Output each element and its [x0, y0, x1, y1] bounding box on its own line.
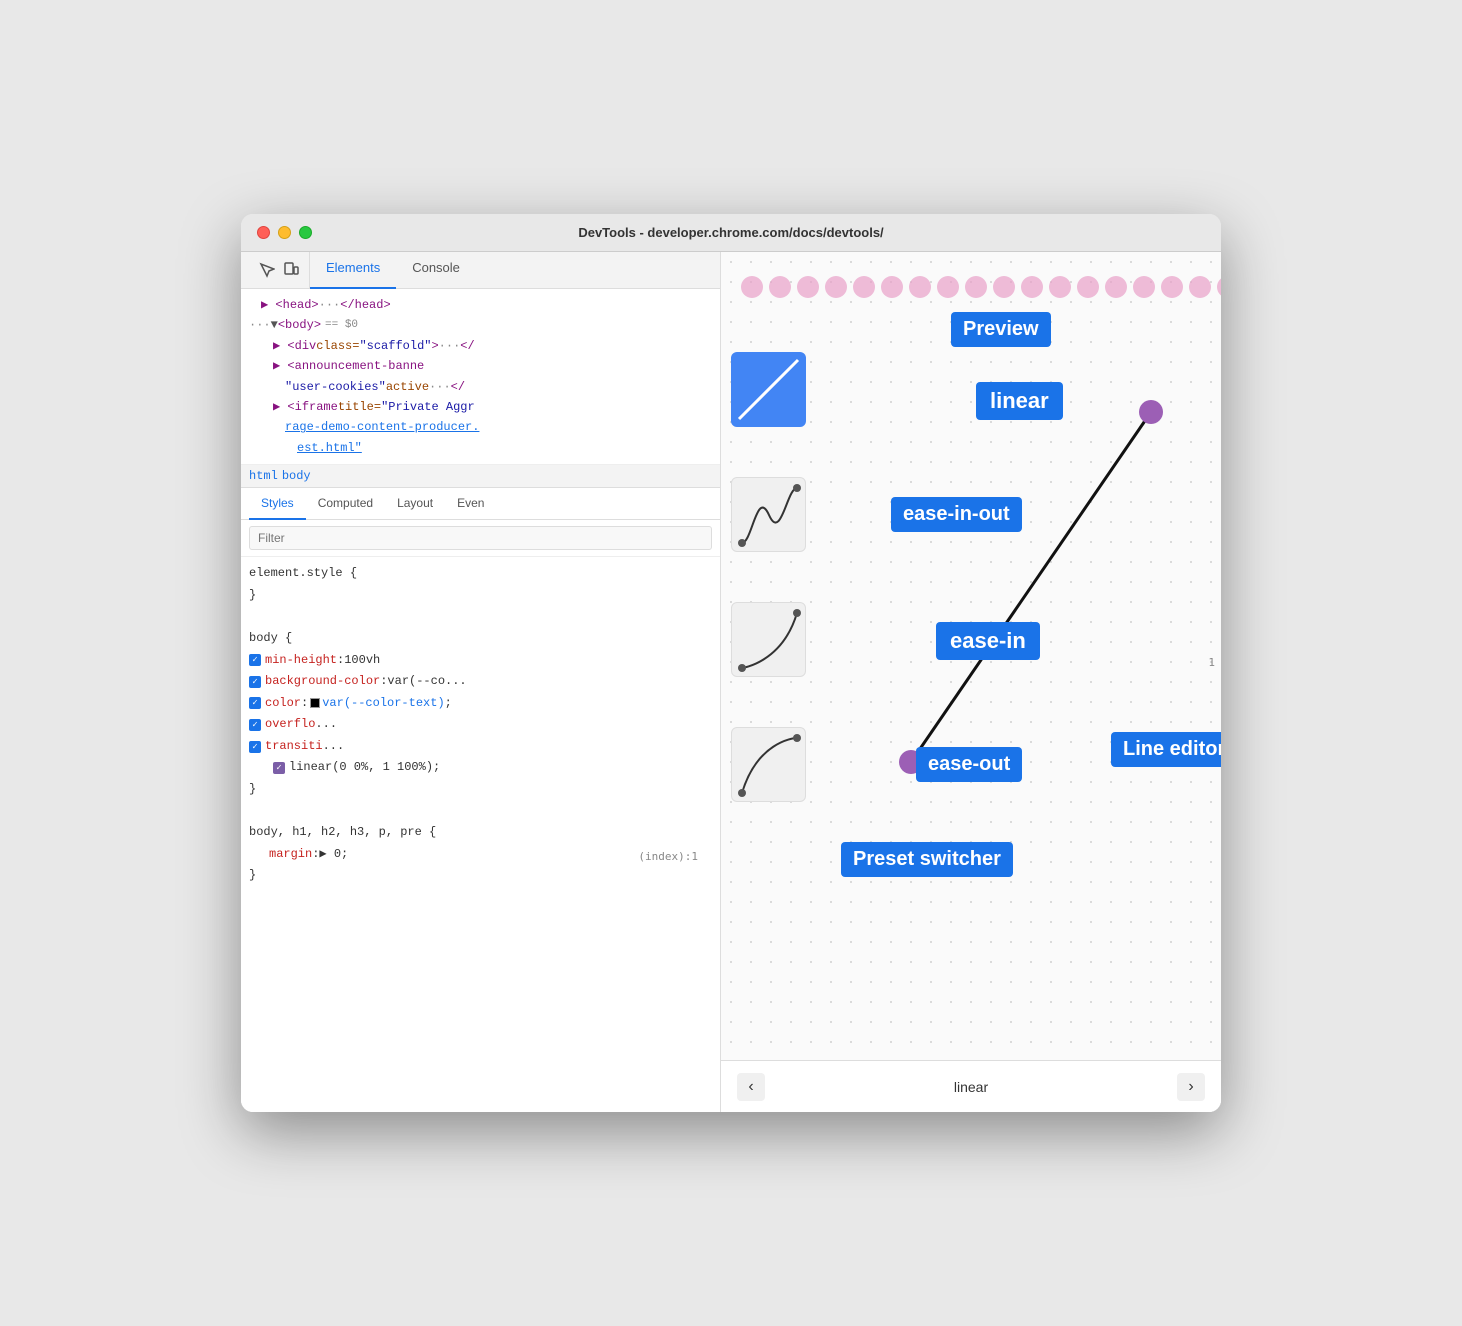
tree-node-div-scaffold[interactable]: ▶ <div class= "scaffold" > ··· </	[249, 336, 712, 356]
pink-circle	[1021, 276, 1043, 298]
pink-circle	[741, 276, 763, 298]
tree-node-user-cookies[interactable]: "user-cookies" active ··· </	[249, 377, 712, 397]
selector-body: body {	[249, 628, 712, 650]
maximize-button[interactable]	[299, 226, 312, 239]
annotation-preview: Preview	[951, 312, 1051, 347]
preview-nav: ‹ linear ›	[721, 1060, 1221, 1112]
color-swatch	[310, 698, 320, 708]
filter-input[interactable]	[249, 526, 712, 550]
pink-circle	[853, 276, 875, 298]
selector-element-style: element.style {	[249, 563, 712, 585]
checkbox-min-height[interactable]	[249, 654, 261, 666]
window-title: DevTools - developer.chrome.com/docs/dev…	[578, 225, 883, 240]
tree-node-iframe[interactable]: ▶ <iframe title= "Private Aggr	[249, 397, 712, 417]
pink-circles-row	[741, 276, 1201, 298]
minimize-button[interactable]	[278, 226, 291, 239]
pink-circle	[937, 276, 959, 298]
source-index: (index):1	[638, 847, 698, 867]
rule-body-headings: body, h1, h2, h3, p, pre { margin : ▶ 0;…	[249, 822, 712, 887]
pink-circle	[909, 276, 931, 298]
annotation-line-editor: Line editor	[1111, 732, 1221, 767]
prop-color: color : var(--color-text) ;	[249, 693, 712, 715]
tab-styles[interactable]: Styles	[249, 488, 306, 520]
pink-circle	[1189, 276, 1211, 298]
pink-circle	[1049, 276, 1071, 298]
prop-min-height: min-height : 100vh	[249, 650, 712, 672]
pink-circle	[1161, 276, 1183, 298]
inspect-icon[interactable]	[257, 260, 277, 280]
pink-circle	[1217, 276, 1221, 298]
tree-node-announcement[interactable]: ▶ <announcement-banne	[249, 356, 712, 376]
annotation-preset-switcher: Preset switcher	[841, 842, 1013, 877]
rule-element-style: element.style { }	[249, 563, 712, 606]
preset-ease-in[interactable]	[731, 602, 806, 677]
tab-console[interactable]: Console	[396, 252, 476, 289]
pink-circle	[1105, 276, 1127, 298]
selector-body-headings: body, h1, h2, h3, p, pre {	[249, 822, 712, 844]
prop-linear: linear(0 0%, 1 100%);	[249, 757, 712, 779]
checkbox-overflow[interactable]	[249, 719, 261, 731]
annotation-ease-in-out: ease-in-out	[891, 497, 1022, 532]
nav-current: linear	[954, 1079, 988, 1095]
filter-bar	[241, 520, 720, 557]
preset-ease-out[interactable]	[731, 727, 806, 802]
right-panel: Preview linear ease-in-out ease-in ease-…	[721, 252, 1221, 1112]
rule-body-closing: }	[249, 779, 712, 801]
tree-node-head[interactable]: ▶ <head> ··· </head>	[249, 295, 712, 315]
tree-node-est[interactable]: est.html"	[249, 438, 712, 458]
pink-circle	[965, 276, 987, 298]
rule-headings-closing: }	[249, 865, 712, 887]
breadcrumb-body[interactable]: body	[282, 469, 311, 483]
breadcrumb: html body	[241, 465, 720, 488]
devtools-body: Elements Console ▶ <head> ··· </head> ··…	[241, 252, 1221, 1112]
pink-circle	[993, 276, 1015, 298]
annotation-ease-in: ease-in	[936, 622, 1040, 660]
tree-node-rage[interactable]: rage-demo-content-producer.	[249, 417, 712, 437]
breadcrumb-html[interactable]: html	[249, 469, 278, 483]
rule-body: body { min-height : 100vh background-col…	[249, 628, 712, 801]
prop-transition: transiti ...	[249, 736, 712, 758]
pink-circle	[769, 276, 791, 298]
line-handle-top[interactable]	[1139, 400, 1163, 424]
checkbox-linear[interactable]	[273, 762, 285, 774]
annotation-ease-out: ease-out	[916, 747, 1022, 782]
close-button[interactable]	[257, 226, 270, 239]
pink-circle	[1133, 276, 1155, 298]
annotation-linear: linear	[976, 382, 1063, 420]
devtools-window: DevTools - developer.chrome.com/docs/dev…	[241, 214, 1221, 1112]
side-number: 1	[1208, 656, 1215, 669]
preview-canvas: Preview linear ease-in-out ease-in ease-…	[721, 252, 1221, 1060]
main-tabs: Elements Console	[241, 252, 720, 289]
pink-circle	[825, 276, 847, 298]
tab-event[interactable]: Even	[445, 488, 496, 520]
styles-tabs: Styles Computed Layout Even	[241, 488, 720, 520]
css-rules: element.style { } body { min-height : 10…	[241, 557, 720, 1112]
html-tree: ▶ <head> ··· </head> ··· ▼ <body> == $0 …	[241, 289, 720, 465]
checkbox-transition[interactable]	[249, 741, 261, 753]
tab-icons	[249, 252, 310, 288]
pink-circle	[797, 276, 819, 298]
pink-circle	[881, 276, 903, 298]
checkbox-color[interactable]	[249, 697, 261, 709]
preset-linear-box[interactable]	[731, 352, 806, 427]
tab-computed[interactable]: Computed	[306, 488, 385, 520]
traffic-lights	[257, 226, 312, 239]
preset-ease-in-out[interactable]	[731, 477, 806, 552]
next-button[interactable]: ›	[1177, 1073, 1205, 1101]
tab-elements[interactable]: Elements	[310, 252, 396, 289]
tab-layout[interactable]: Layout	[385, 488, 445, 520]
pink-circle	[1077, 276, 1099, 298]
prop-overflow: overflo ...	[249, 714, 712, 736]
prev-button[interactable]: ‹	[737, 1073, 765, 1101]
device-icon[interactable]	[281, 260, 301, 280]
tree-node-body[interactable]: ··· ▼ <body> == $0	[249, 315, 712, 335]
prop-background-color: background-color : var(--co...	[249, 671, 712, 693]
checkbox-bg-color[interactable]	[249, 676, 261, 688]
rule-closing-1: }	[249, 585, 712, 607]
preview-area: Preview linear ease-in-out ease-in ease-…	[721, 252, 1221, 1060]
left-panel: Elements Console ▶ <head> ··· </head> ··…	[241, 252, 721, 1112]
title-bar: DevTools - developer.chrome.com/docs/dev…	[241, 214, 1221, 252]
